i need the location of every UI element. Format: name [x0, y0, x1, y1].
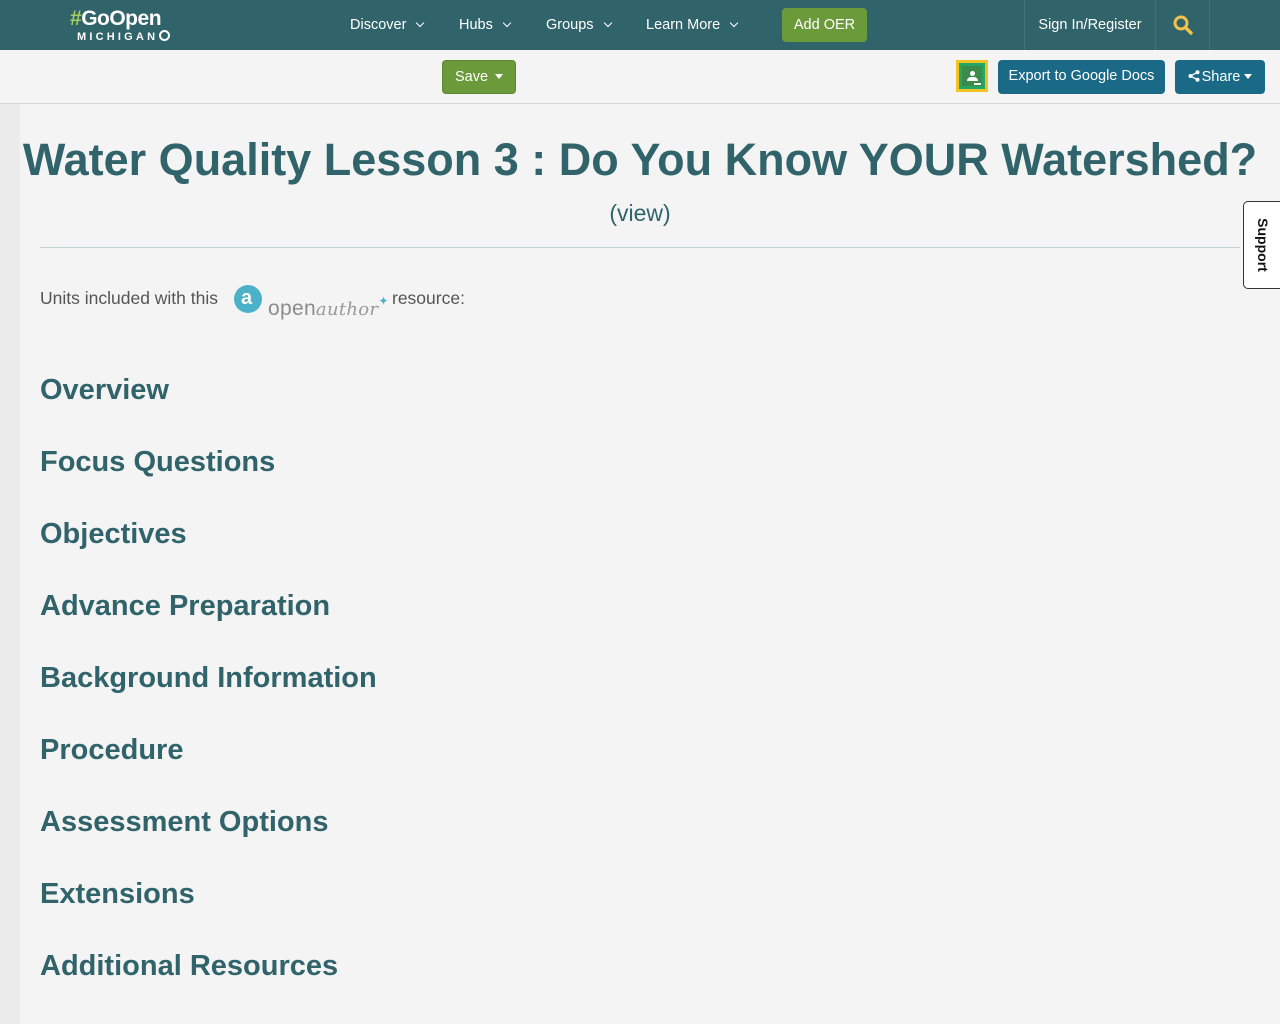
main-content: Water Quality Lesson 3 : Do You Know YOU…	[20, 104, 1280, 1024]
units-suffix-text: resource:	[392, 288, 465, 308]
units-included-line: Units included with this a openauthor✦ r…	[40, 280, 465, 320]
chevron-down-icon	[729, 18, 739, 28]
export-google-docs-button[interactable]: Export to Google Docs	[998, 60, 1165, 94]
section-extensions[interactable]: Extensions	[40, 878, 195, 911]
logo-ring-icon	[159, 30, 171, 41]
top-navbar: #GoOpen MICHIGAN Discover Hubs Groups Le…	[0, 0, 1280, 50]
save-dropdown-button[interactable]: Save	[442, 60, 516, 94]
section-focus-questions[interactable]: Focus Questions	[40, 446, 275, 479]
chevron-down-icon	[502, 18, 512, 28]
nav-hubs[interactable]: Hubs	[459, 0, 512, 50]
section-assessment-options[interactable]: Assessment Options	[40, 806, 328, 839]
logo-subtitle: MICHIGAN	[70, 30, 182, 43]
share-icon	[1188, 70, 1200, 82]
section-overview[interactable]: Overview	[40, 374, 169, 407]
support-tab[interactable]: Support	[1243, 201, 1280, 289]
gomichigan-logo[interactable]: #GoOpen MICHIGAN	[70, 8, 182, 44]
caret-down-icon	[495, 74, 504, 79]
google-classroom-button[interactable]	[956, 60, 988, 92]
chevron-down-icon	[416, 18, 425, 28]
nav-groups[interactable]: Groups	[546, 0, 612, 50]
title-divider	[40, 247, 1240, 248]
nav-discover[interactable]: Discover	[350, 0, 425, 50]
logo-wordmark: #GoOpen	[70, 7, 162, 30]
openauthor-mark-icon: a	[234, 285, 262, 313]
view-link[interactable]: (view)	[20, 200, 1260, 227]
units-prefix-text: Units included with this	[40, 288, 218, 308]
sign-in-register-link[interactable]: Sign In/Register	[1025, 0, 1155, 50]
nav-learn-more[interactable]: Learn More	[646, 0, 739, 50]
chevron-down-icon	[603, 18, 612, 28]
section-procedure[interactable]: Procedure	[40, 734, 183, 767]
share-dropdown-button[interactable]: Share	[1175, 60, 1265, 94]
add-oer-button[interactable]: Add OER	[782, 8, 867, 42]
section-additional-resources[interactable]: Additional Resources	[40, 950, 338, 983]
search-icon	[1173, 15, 1193, 35]
nav-divider	[1209, 0, 1210, 50]
search-button[interactable]	[1156, 0, 1209, 50]
page-title: Water Quality Lesson 3 : Do You Know YOU…	[22, 134, 1258, 185]
caret-down-icon	[1244, 74, 1253, 79]
section-advance-preparation[interactable]: Advance Preparation	[40, 590, 330, 623]
section-objectives[interactable]: Objectives	[40, 518, 187, 551]
resource-toolbar: Save Export to Google Docs Share	[0, 50, 1280, 104]
openauthor-logo: a openauthor✦	[230, 280, 388, 320]
google-classroom-icon	[962, 66, 982, 86]
section-background-information[interactable]: Background Information	[40, 662, 377, 695]
